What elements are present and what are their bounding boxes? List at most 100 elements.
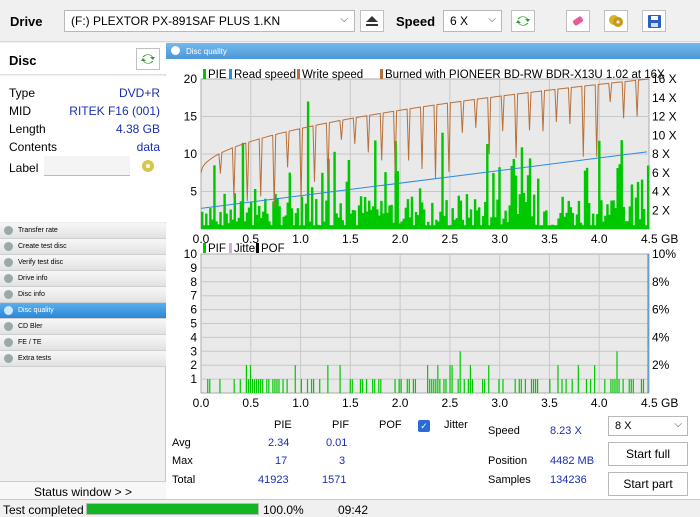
start-part-button[interactable]: Start part	[608, 472, 688, 496]
refresh-button[interactable]	[511, 10, 535, 32]
pif-bar	[571, 379, 573, 393]
jitter-label: Jitter	[444, 419, 468, 431]
pie-bar	[498, 167, 501, 229]
pif-bar	[642, 379, 645, 393]
jitter-checkbox[interactable]: ✓	[418, 420, 430, 432]
pif-bar	[245, 365, 247, 393]
erase-button[interactable]	[566, 10, 590, 32]
pif-bar	[471, 379, 474, 393]
col-pif-header: PIF	[332, 419, 350, 431]
nav-item-label: Extra tests	[18, 355, 52, 362]
nav-item-transfer-rate[interactable]: Transfer rate	[0, 223, 166, 239]
drive-select[interactable]: (F:) PLEXTOR PX-891SAF PLUS 1.KN ⌵	[64, 10, 355, 32]
pie-bar	[646, 165, 650, 229]
disc-quality-icon	[4, 306, 13, 315]
legend-label: Write speed	[302, 69, 363, 81]
refresh-icon	[516, 16, 530, 26]
pif-y-tick-label: 1	[190, 372, 197, 386]
nav-item-extra-tests[interactable]: Extra tests	[0, 351, 166, 367]
pif-bar	[433, 379, 435, 393]
pif-y-tick-label: 3	[190, 344, 197, 358]
avg-pie-value: 2.34	[268, 437, 290, 449]
nav-item-disc-info[interactable]: Disc info	[0, 287, 166, 303]
label-apply-button[interactable]	[138, 156, 158, 176]
start-full-button[interactable]: Start full	[608, 442, 688, 466]
pif-y-tick-label: 5	[190, 317, 197, 331]
pif-bar	[437, 365, 439, 393]
test-speed-select[interactable]: 8 X ⌵	[608, 416, 688, 436]
disc-length-key: Length	[9, 122, 46, 136]
disc-label-icon	[142, 160, 154, 172]
pie-x-tick-label: 3.0	[491, 232, 508, 246]
nav-item-verify-test-disc[interactable]: Verify test disc	[0, 255, 166, 271]
pif-bar	[469, 365, 471, 393]
pif-bar	[219, 379, 221, 393]
pif-bar	[604, 379, 606, 393]
pie-x-tick-label: 1.0	[292, 232, 309, 246]
test-speed-value: 8 X	[615, 420, 632, 432]
speed-y-tick-label: 2 X	[652, 203, 670, 217]
pif-bar	[502, 379, 504, 393]
eject-button[interactable]	[360, 10, 384, 32]
nav-item-fe-te[interactable]: FE / TE	[0, 335, 166, 351]
pif-bar	[482, 379, 484, 393]
pie-bar	[532, 194, 536, 229]
pif-bar	[374, 379, 376, 393]
eject-icon	[366, 16, 378, 26]
speed-select[interactable]: 6 X ⌵	[443, 10, 502, 32]
pie-bar	[213, 165, 216, 229]
max-pif-value: 3	[339, 455, 346, 467]
pif-bar	[520, 379, 522, 393]
pif-bar	[276, 379, 278, 393]
pif-bar	[380, 379, 382, 393]
nav-item-create-test-disc[interactable]: Create test disc	[0, 239, 166, 255]
speed-y-tick-label: 8 X	[652, 147, 670, 161]
legend-label: Read speed	[234, 69, 296, 81]
progress-label: 100.0%	[263, 503, 304, 517]
disc-label-key: Label	[9, 161, 39, 175]
disc-label-input[interactable]	[44, 156, 130, 176]
nav-item-label: Disc info	[18, 291, 45, 298]
legend-label: Burned with PIONEER BD-RW BDR-X13U 1.02 …	[385, 69, 665, 81]
disc-quality-charts: 201510516 X14 X12 X10 X8 X6 X4 X2 X0.0 0.…	[184, 69, 678, 410]
pif-bar	[306, 379, 309, 393]
disc-length-value: 4.38 GB	[115, 122, 160, 136]
disc-quality-icon	[171, 46, 180, 55]
pif-bar	[524, 379, 526, 393]
nav-item-cd-bler[interactable]: CD Bler	[0, 319, 166, 335]
pif-bar	[632, 379, 634, 393]
total-pie-value: 41923	[258, 474, 289, 486]
save-button[interactable]	[642, 10, 666, 32]
toolbar: Drive (F:) PLEXTOR PX-891SAF PLUS 1.KN ⌵…	[0, 0, 700, 42]
transfer-rate-icon	[4, 226, 13, 235]
pif-bar	[557, 365, 559, 393]
eraser-icon	[572, 16, 584, 26]
legend-label: POF	[261, 243, 285, 255]
pie-y-tick-label: 20	[184, 72, 198, 86]
pif-bar	[589, 379, 592, 393]
legend-swatch	[380, 69, 383, 79]
jitter-y-tick-label: 10%	[652, 247, 676, 261]
disc-refresh-button[interactable]	[136, 48, 160, 70]
pif-bar	[272, 379, 274, 393]
status-window-button[interactable]: Status window > >	[0, 481, 166, 501]
disc-tools-button[interactable]	[604, 10, 628, 32]
pie-x-tick-label: 4.0	[591, 232, 608, 246]
pif-bar	[439, 379, 441, 393]
speed-label: Speed	[396, 14, 436, 29]
speed-y-tick-label: 10 X	[652, 128, 677, 142]
pif-bar	[610, 379, 612, 393]
pif-x-tick-label: 4.0	[591, 396, 608, 410]
pif-bar	[313, 379, 315, 393]
pif-bar	[319, 379, 321, 393]
pif-x-tick-label: 2.0	[392, 396, 409, 410]
pif-x-tick-label: 3.0	[491, 396, 508, 410]
speed-y-tick-label: 14 X	[652, 91, 677, 105]
nav-item-disc-quality[interactable]: Disc quality	[0, 303, 166, 319]
pif-bar	[339, 365, 341, 393]
panel-title: Disc quality	[186, 46, 227, 56]
nav-item-label: Create test disc	[18, 243, 67, 250]
nav-item-drive-info[interactable]: Drive info	[0, 271, 166, 287]
pif-bar	[577, 365, 579, 393]
position-label: Position	[488, 455, 528, 467]
